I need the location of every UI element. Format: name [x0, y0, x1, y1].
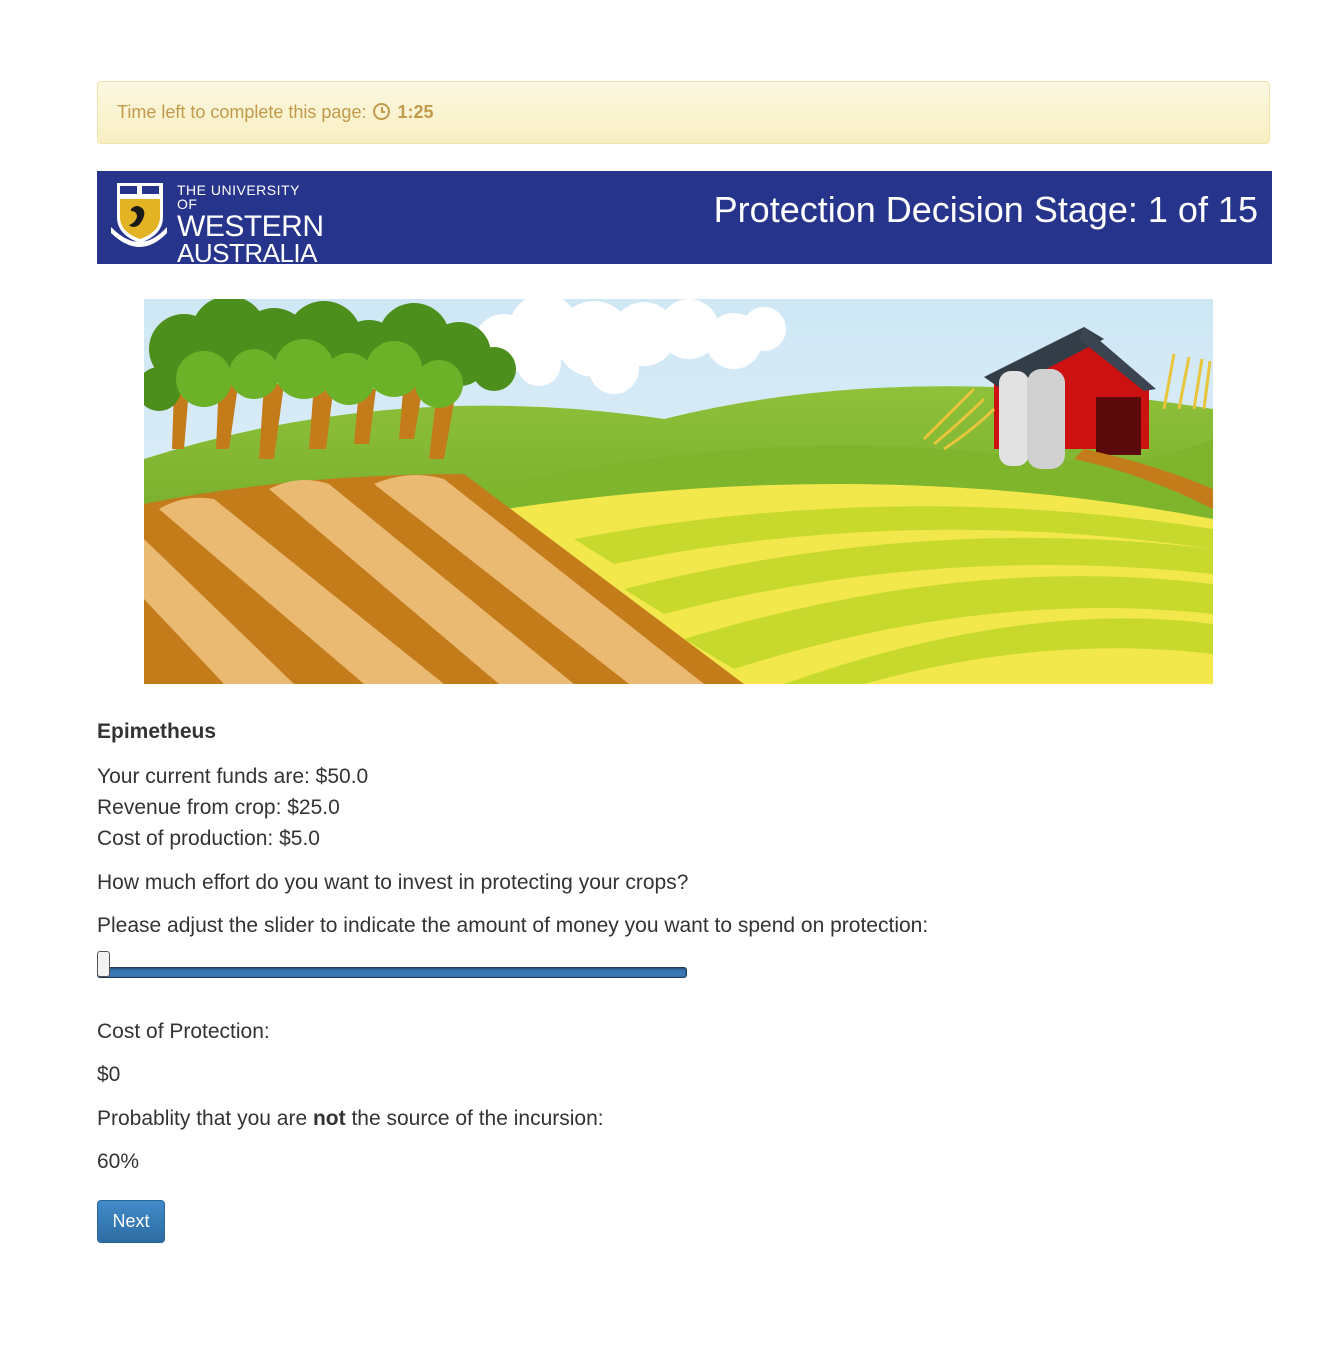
clock-icon: [373, 103, 391, 120]
timer-label: Time left to complete this page:: [117, 102, 367, 122]
stage-title: Protection Decision Stage: 1 of 15: [713, 189, 1258, 230]
slider-handle[interactable]: [97, 951, 110, 977]
probability-value: 60%: [97, 1150, 140, 1173]
cost-protection-value: $0: [97, 1063, 121, 1086]
cost-production-text: Cost of production: $5.0: [97, 827, 320, 850]
logo-line-3: AUSTRALIA: [177, 238, 317, 268]
slider-instruction: Please adjust the slider to indicate the…: [97, 914, 929, 937]
logo-line-1: THE UNIVERSITY OF: [177, 182, 300, 212]
probability-prefix: Probablity that you are: [97, 1107, 313, 1130]
timer-alert: Time left to complete this page: 1:25: [97, 81, 1270, 144]
timer-value: 1:25: [397, 102, 434, 122]
cost-protection-label: Cost of Protection:: [97, 1020, 270, 1043]
next-button[interactable]: Next: [97, 1200, 165, 1243]
farm-landscape-image: [144, 299, 1213, 684]
funds-text: Your current funds are: $50.0: [97, 765, 369, 788]
protection-slider[interactable]: [97, 951, 687, 981]
timer-text: Time left to complete this page: 1:25: [117, 102, 434, 123]
crest-icon: [111, 183, 167, 247]
question-text: How much effort do you want to invest in…: [97, 871, 689, 894]
probability-bold: not: [312, 1107, 346, 1130]
university-logo: THE UNIVERSITY OF WESTERN AUSTRALIA: [109, 181, 324, 266]
player-name: Epimetheus: [97, 720, 217, 743]
page-header: THE UNIVERSITY OF WESTERN AUSTRALIA Prot…: [97, 171, 1272, 266]
revenue-text: Revenue from crop: $25.0: [97, 796, 340, 819]
slider-track[interactable]: [97, 967, 687, 978]
logo-text: THE UNIVERSITY OF WESTERN AUSTRALIA: [177, 183, 324, 266]
probability-suffix: the source of the incursion:: [345, 1107, 604, 1130]
probability-label: Probablity that you are not the source o…: [97, 1107, 604, 1131]
